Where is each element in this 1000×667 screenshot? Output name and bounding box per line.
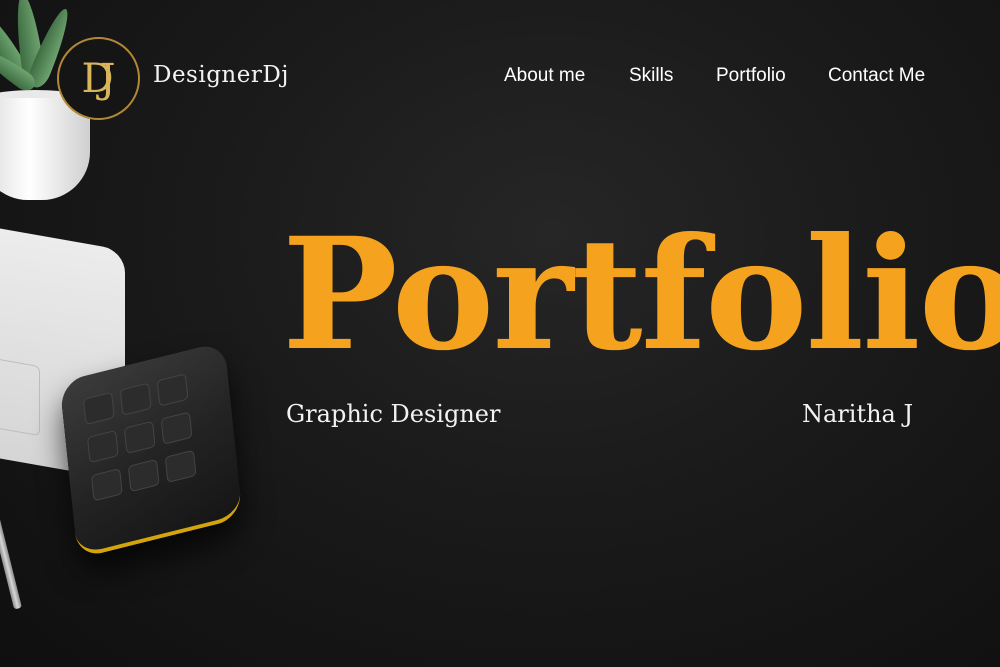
hero-role: Graphic Designer: [286, 400, 501, 428]
case-slot: [127, 458, 160, 493]
laptop-trackpad: [0, 353, 40, 437]
pen-image: [0, 510, 22, 610]
nav-link-about[interactable]: About me: [504, 65, 585, 87]
case-slot: [160, 411, 193, 445]
nav-link-skills[interactable]: Skills: [629, 65, 673, 87]
case-slot: [82, 391, 115, 426]
case-slot: [119, 382, 152, 416]
hero-name: Naritha J: [802, 400, 914, 428]
case-slot: [123, 420, 156, 455]
nav-link-portfolio[interactable]: Portfolio: [716, 65, 786, 87]
case-slot: [90, 468, 123, 502]
case-slot: [164, 449, 197, 484]
case-slot: [86, 429, 119, 464]
hero-title: Portfolio: [282, 204, 1000, 385]
nav-link-contact[interactable]: Contact Me: [828, 65, 925, 87]
main-nav: About me Skills Portfolio Contact Me: [0, 65, 1000, 89]
case-slot: [156, 373, 189, 407]
